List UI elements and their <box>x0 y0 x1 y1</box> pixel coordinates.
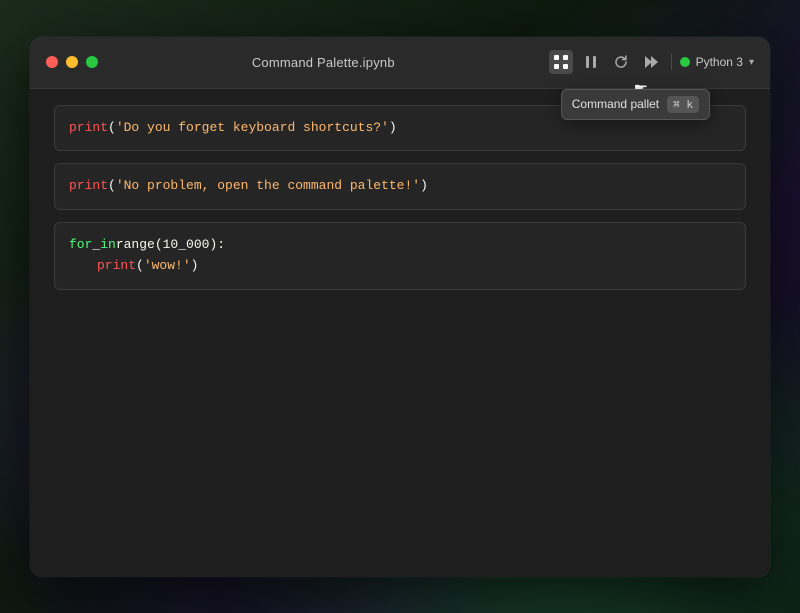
command-palette-button[interactable] <box>549 50 573 74</box>
command-palette-tooltip: Command pallet ⌘ k <box>561 89 710 120</box>
titlebar: Command Palette.ipynb <box>30 37 770 89</box>
code-token: 'Do you forget keyboard shortcuts?' <box>116 118 389 139</box>
kernel-status-indicator <box>680 57 690 67</box>
code-token: for <box>69 235 92 256</box>
code-token: print <box>69 176 108 197</box>
code-token: print <box>69 118 108 139</box>
maximize-button[interactable] <box>86 56 98 68</box>
code-token: range(10_000): <box>116 235 225 256</box>
cell-line: print ( 'wow!' ) <box>69 256 731 277</box>
code-token: in <box>100 235 116 256</box>
window-title: Command Palette.ipynb <box>98 55 549 70</box>
toolbar-separator <box>671 54 672 70</box>
restart-button[interactable] <box>609 50 633 74</box>
code-token: ) <box>389 118 397 139</box>
tooltip-label: Command pallet <box>572 97 659 111</box>
kernel-name[interactable]: Python 3 <box>696 55 743 69</box>
kernel-dropdown-arrow[interactable]: ▾ <box>749 57 754 68</box>
interrupt-button[interactable] <box>579 50 603 74</box>
traffic-lights <box>46 56 98 68</box>
cell-line: for _ in range(10_000): <box>69 235 731 256</box>
tooltip-shortcut: ⌘ k <box>667 96 699 113</box>
cell-line: print ( 'Do you forget keyboard shortcut… <box>69 118 731 139</box>
run-all-button[interactable] <box>639 50 663 74</box>
code-token: _ <box>92 235 100 256</box>
code-token: ( <box>136 256 144 277</box>
notebook-window: Command Palette.ipynb <box>30 37 770 577</box>
code-token: ) <box>191 256 199 277</box>
cell-3[interactable]: for _ in range(10_000): print ( 'wow!' ) <box>54 222 746 290</box>
notebook-content: print ( 'Do you forget keyboard shortcut… <box>30 89 770 577</box>
code-token: ( <box>108 118 116 139</box>
toolbar-right: Python 3 ▾ <box>549 50 754 74</box>
code-token: 'No problem, open the command palette!' <box>116 176 420 197</box>
code-token: ( <box>108 176 116 197</box>
cell-line: print ( 'No problem, open the command pa… <box>69 176 731 197</box>
code-token: 'wow!' <box>144 256 191 277</box>
minimize-button[interactable] <box>66 56 78 68</box>
cell-2[interactable]: print ( 'No problem, open the command pa… <box>54 163 746 210</box>
close-button[interactable] <box>46 56 58 68</box>
code-token: ) <box>420 176 428 197</box>
code-token: print <box>97 256 136 277</box>
